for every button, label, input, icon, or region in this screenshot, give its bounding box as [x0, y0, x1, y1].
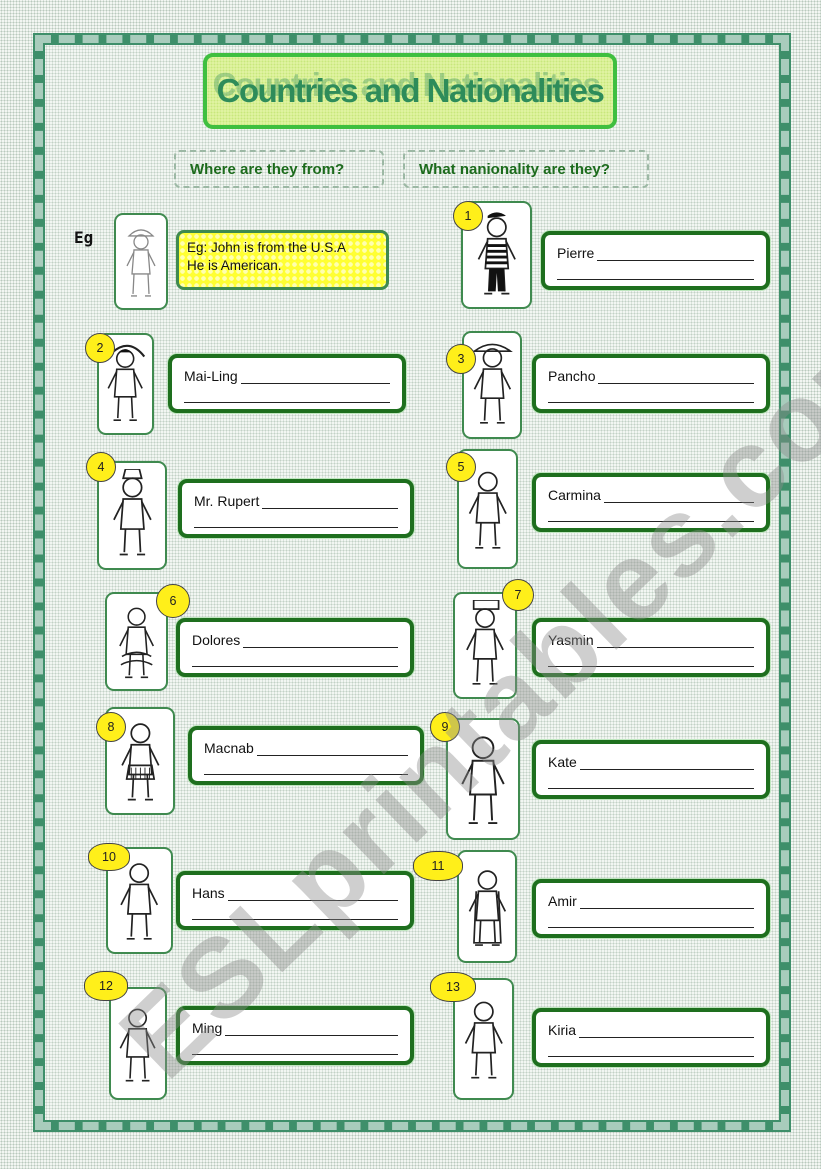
person-name-6: Dolores [192, 632, 241, 648]
example-box: Eg: John is from the U.S.A He is America… [176, 230, 389, 290]
number-badge-4: 4 [86, 452, 116, 482]
answer-line-9a[interactable] [579, 755, 754, 770]
answer-line-4a[interactable] [262, 494, 398, 509]
answer-box-2[interactable]: Mai-Ling [168, 354, 406, 413]
answer-line-4b[interactable] [194, 509, 398, 528]
answer-line-8b[interactable] [204, 756, 408, 775]
answer-box-9[interactable]: Kate [532, 740, 770, 799]
safari-girl-icon [461, 736, 505, 825]
person-name-13: Kiria [548, 1022, 577, 1038]
answer-line-7a[interactable] [596, 633, 754, 648]
picture-9 [446, 718, 520, 840]
number-badge-8: 8 [96, 712, 126, 742]
number-badge-1: 1 [453, 201, 483, 231]
number-badge-10: 10 [88, 843, 130, 871]
person-name-8: Macnab [204, 740, 254, 756]
answer-line-10b[interactable] [192, 901, 398, 920]
woman-carrying-drum-icon [466, 600, 504, 685]
decorative-celtic-border [33, 33, 791, 1132]
answer-box-3[interactable]: Pancho [532, 354, 770, 413]
person-name-4: Mr. Rupert [194, 493, 260, 509]
person-name-1: Pierre [557, 245, 595, 261]
example-line-1: Eg: John is from the U.S.A [187, 240, 347, 255]
mexican-boy-sombrero-icon [471, 343, 513, 424]
answer-line-13a[interactable] [579, 1023, 754, 1038]
heading-nationality: What nanionality are they? [403, 150, 649, 188]
answer-line-5b[interactable] [548, 503, 754, 522]
arab-man-robe-icon [468, 869, 506, 946]
person-name-5: Carmina [548, 487, 601, 503]
person-name-2: Mai-Ling [184, 368, 238, 384]
answer-line-1a[interactable] [597, 246, 754, 261]
number-badge-2: 2 [85, 333, 115, 363]
answer-box-7[interactable]: Yasmin [532, 618, 770, 677]
person-name-7: Yasmin [548, 632, 594, 648]
leprechaun-icon [112, 469, 152, 556]
answer-box-8[interactable]: Macnab [188, 726, 424, 785]
person-name-9: Kate [548, 754, 577, 770]
answer-line-2a[interactable] [240, 369, 390, 384]
picture-12 [109, 987, 167, 1100]
answer-line-11b[interactable] [548, 909, 754, 928]
chinese-man-icon [119, 1008, 157, 1082]
answer-line-8a[interactable] [256, 741, 408, 756]
answer-line-5a[interactable] [603, 488, 754, 503]
answer-line-7b[interactable] [548, 648, 754, 667]
example-picture [114, 213, 168, 310]
page-title: Countries and Nationalities [216, 72, 605, 109]
answer-box-10[interactable]: Hans [176, 871, 414, 930]
number-badge-13: 13 [430, 972, 476, 1002]
answer-box-5[interactable]: Carmina [532, 473, 770, 532]
answer-line-9b[interactable] [548, 770, 754, 789]
person-name-12: Ming [192, 1020, 223, 1036]
answer-box-1[interactable]: Pierre [541, 231, 770, 290]
example-label: Eg [74, 228, 94, 247]
answer-line-3b[interactable] [548, 384, 754, 403]
example-line-2: He is American. [187, 258, 282, 273]
answer-box-6[interactable]: Dolores [176, 618, 414, 677]
person-name-11: Amir [548, 893, 577, 909]
number-badge-7: 7 [502, 579, 534, 611]
answer-line-6b[interactable] [192, 648, 398, 667]
answer-line-12b[interactable] [192, 1036, 398, 1055]
number-badge-11: 11 [413, 851, 463, 881]
person-name-10: Hans [192, 885, 225, 901]
answer-line-1b[interactable] [557, 261, 754, 280]
number-badge-12: 12 [84, 971, 128, 1001]
number-badge-3: 3 [446, 344, 476, 374]
heading-where-from-text: Where are they from? [190, 160, 345, 178]
heading-nationality-text: What nanionality are they? [419, 160, 610, 178]
answer-line-13b[interactable] [548, 1038, 754, 1057]
answer-box-4[interactable]: Mr. Rupert [178, 479, 414, 538]
number-badge-5: 5 [446, 452, 476, 482]
person-name-3: Pancho [548, 368, 596, 384]
cowgirl-icon [126, 228, 156, 297]
answer-line-3a[interactable] [598, 369, 754, 384]
number-badge-6: 6 [156, 584, 190, 618]
picture-7 [453, 592, 517, 699]
heading-where-from: Where are they from? [174, 150, 384, 188]
answer-box-11[interactable]: Amir [532, 879, 770, 938]
flamenco-dancer-icon [118, 607, 155, 678]
answer-box-13[interactable]: Kiria [532, 1008, 770, 1067]
indian-dancer-icon [464, 1001, 503, 1079]
bavarian-dancer-icon [120, 863, 159, 940]
answer-line-11a[interactable] [579, 894, 754, 909]
answer-line-10a[interactable] [227, 886, 398, 901]
number-badge-9: 9 [430, 712, 460, 742]
title-banner: Countries and Nationalities [203, 53, 617, 129]
answer-line-6a[interactable] [243, 633, 398, 648]
answer-line-12a[interactable] [225, 1021, 398, 1036]
picture-11 [457, 850, 517, 963]
answer-box-12[interactable]: Ming [176, 1006, 414, 1065]
answer-line-2b[interactable] [184, 384, 390, 403]
